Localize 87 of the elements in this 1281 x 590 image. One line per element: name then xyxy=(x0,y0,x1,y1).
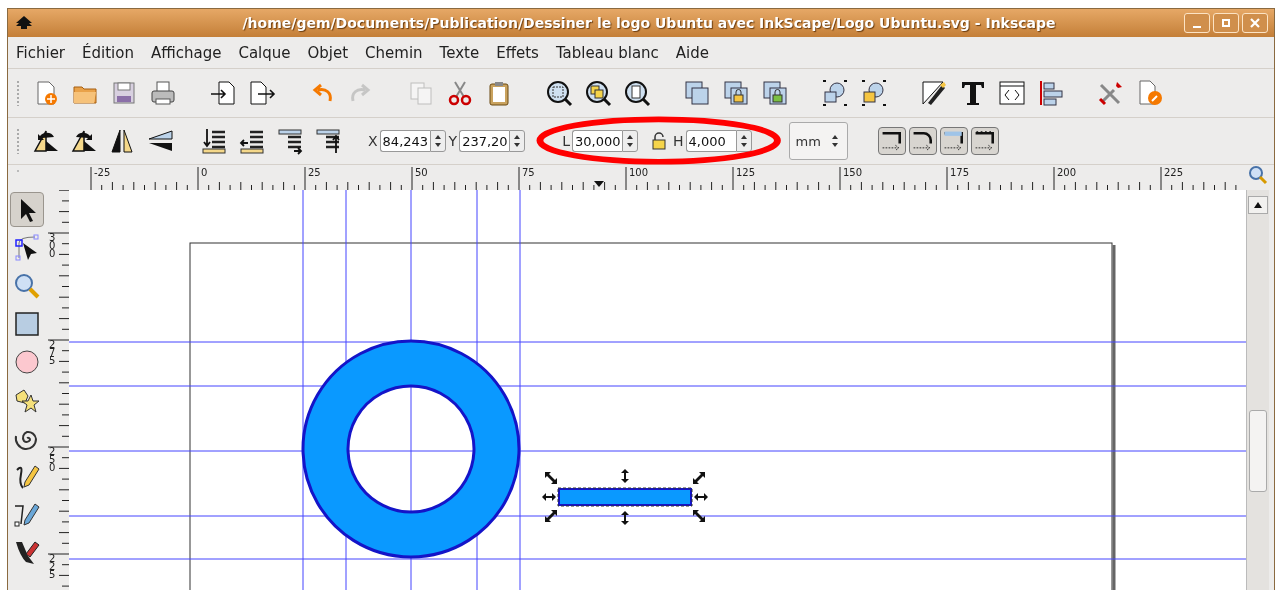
scale-handle[interactable] xyxy=(545,510,557,522)
toolbar-grip[interactable] xyxy=(16,128,20,154)
locked-squares-icon xyxy=(722,79,750,107)
field-label: X xyxy=(368,133,378,149)
scale-handle[interactable] xyxy=(545,472,557,484)
group-icon xyxy=(821,79,849,107)
xml-editor-icon xyxy=(998,79,1026,107)
menu-item[interactable]: Tableau blanc xyxy=(549,43,665,62)
menu-item[interactable]: Fichier xyxy=(10,43,72,62)
flip-horizontal-icon xyxy=(108,127,136,155)
menu-item[interactable]: Texte xyxy=(433,43,486,62)
printer-icon xyxy=(149,79,177,107)
vertical-ruler: 300 275 250 225 xyxy=(46,190,69,590)
up-down-arrows-icon xyxy=(830,133,839,149)
number-field[interactable]: 30,000 xyxy=(571,130,622,152)
guide-line[interactable] xyxy=(69,341,1246,343)
import-icon xyxy=(209,79,237,107)
menu-item[interactable]: Calque xyxy=(232,43,297,62)
guide-line[interactable] xyxy=(302,190,304,590)
zoom-drawing-icon xyxy=(584,79,612,107)
app-logo-icon xyxy=(14,15,34,31)
unlocked-padlock-icon[interactable] xyxy=(650,132,667,150)
maximize-icon xyxy=(1220,17,1232,29)
selected-rectangle[interactable] xyxy=(558,488,692,506)
number-field[interactable]: 237,20 xyxy=(459,130,510,152)
export-icon xyxy=(248,79,276,107)
lower-to-bottom-icon xyxy=(200,127,228,155)
tools-icon xyxy=(1097,79,1125,107)
copy-icon xyxy=(407,79,435,107)
minimize-button[interactable] xyxy=(1184,13,1210,33)
number-field[interactable]: 84,243 xyxy=(379,130,430,152)
toggle-button[interactable] xyxy=(970,127,999,155)
close-button[interactable] xyxy=(1242,13,1268,33)
scale-handle[interactable] xyxy=(542,493,556,501)
magnifier-icon xyxy=(13,271,41,300)
scrollbar-thumb[interactable] xyxy=(1249,410,1267,492)
window-title: /home/gem/Documents/Publication/Dessiner le logo Ubuntu avec InkScape/Logo Ubuntu.svg - Inkscape xyxy=(241,15,1057,31)
scale-handle[interactable] xyxy=(693,472,705,484)
menu-item[interactable]: Aide xyxy=(669,43,715,62)
ungroup-icon xyxy=(860,79,888,107)
circle-icon xyxy=(13,347,41,376)
zoom-selection-icon xyxy=(545,79,573,107)
scale-handle[interactable] xyxy=(621,469,629,483)
ring-shape[interactable] xyxy=(301,339,521,559)
stacked-squares-icon xyxy=(683,79,711,107)
toggle-button[interactable] xyxy=(877,127,906,155)
field-label: L xyxy=(562,133,570,149)
scale-handle[interactable] xyxy=(621,511,629,525)
maximize-button[interactable] xyxy=(1213,13,1239,33)
text-icon xyxy=(959,79,987,107)
zoom-page-icon xyxy=(623,79,651,107)
document-settings-icon xyxy=(1136,79,1164,107)
unlocked-squares-icon xyxy=(761,79,789,107)
node-editor-icon xyxy=(13,233,41,262)
raise-to-top-icon xyxy=(314,127,342,155)
scissors-icon xyxy=(446,79,474,107)
toggle-button[interactable] xyxy=(939,127,968,155)
menu-item[interactable]: Édition xyxy=(76,43,140,62)
menu-item[interactable]: Chemin xyxy=(359,43,429,62)
rectangle-icon xyxy=(13,309,41,338)
scale-handle[interactable] xyxy=(694,493,708,501)
minimize-icon xyxy=(1193,26,1201,28)
spin-button[interactable] xyxy=(509,130,526,152)
menu-item[interactable]: Objet xyxy=(301,43,355,62)
toggle-button[interactable] xyxy=(908,127,937,155)
close-icon xyxy=(1249,17,1261,29)
scroll-up-button[interactable] xyxy=(1248,196,1268,214)
up-down-arrows-icon xyxy=(625,133,634,149)
raise-icon xyxy=(276,127,304,155)
field-label: Y xyxy=(448,133,458,149)
zoom-icon[interactable] xyxy=(1248,165,1268,185)
field-label: H xyxy=(672,133,684,149)
toolbar-grip[interactable] xyxy=(16,80,20,106)
number-field[interactable]: 4,000 xyxy=(685,130,736,152)
up-down-arrows-icon xyxy=(433,133,442,149)
guide-line[interactable] xyxy=(519,190,521,590)
vertical-scrollbar[interactable] xyxy=(1246,190,1269,590)
up-down-arrows-icon xyxy=(513,133,522,149)
brush-icon xyxy=(920,79,948,107)
align-icon xyxy=(1037,79,1065,107)
unit-dropdown[interactable]: mm xyxy=(788,122,848,160)
menu-item[interactable]: Effets xyxy=(490,43,545,62)
up-arrow-icon xyxy=(1253,201,1263,209)
up-down-arrows-icon xyxy=(739,133,748,149)
scale-handle[interactable] xyxy=(693,510,705,522)
menu-item[interactable]: Affichage xyxy=(144,43,228,62)
tool-button[interactable] xyxy=(10,192,44,227)
